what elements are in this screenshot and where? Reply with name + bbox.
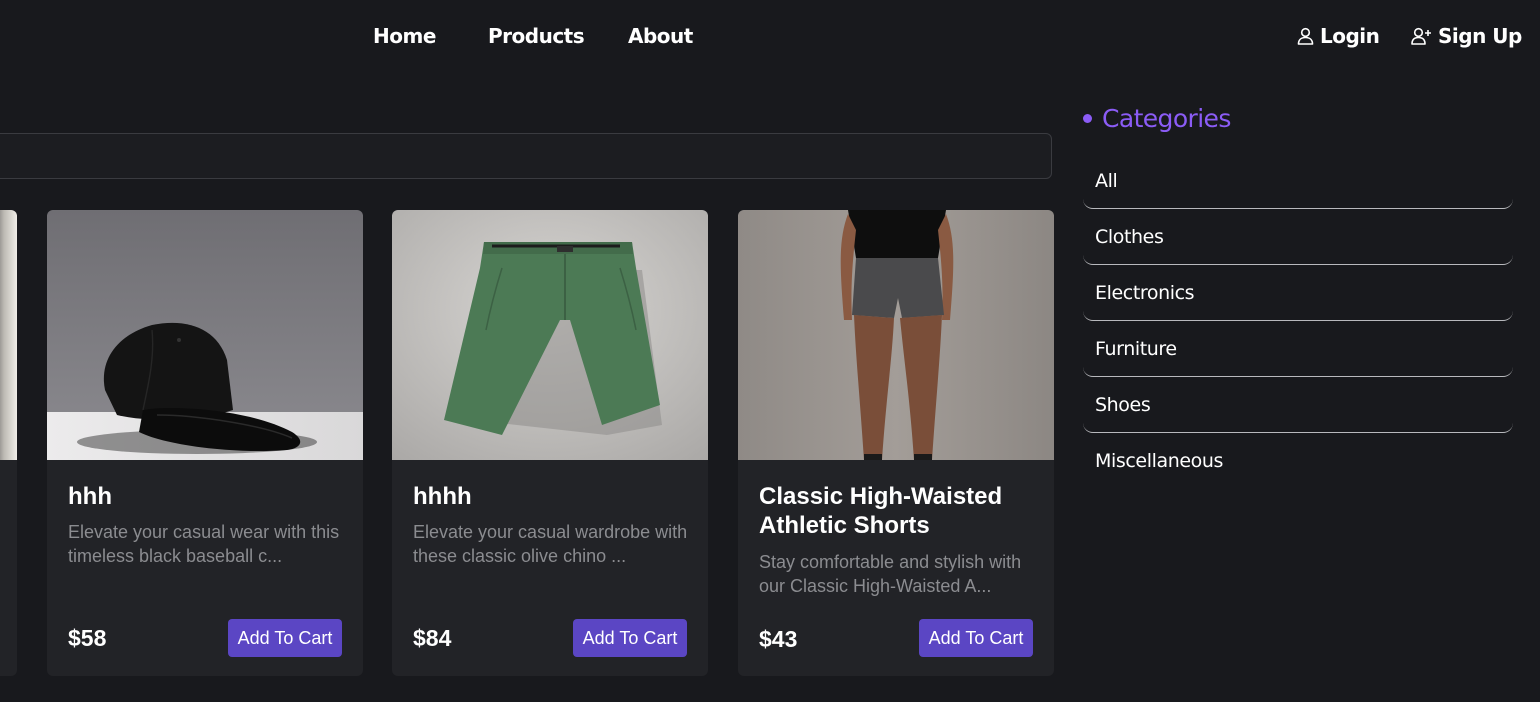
product-description: Elevate your casual wardrobe with these … bbox=[413, 522, 688, 566]
product-description: Elevate your casual wear with this timel… bbox=[68, 522, 340, 566]
product-card[interactable]: hhhh Elevate your casual wardrobe with t… bbox=[392, 210, 708, 676]
category-item-furniture[interactable]: Furniture bbox=[1083, 321, 1513, 377]
bullet-dot-icon bbox=[1083, 114, 1092, 123]
categories-title: Categories bbox=[1102, 104, 1231, 133]
product-title: Classic High-Waisted Athletic Shorts bbox=[759, 483, 1003, 539]
partial-product-card[interactable] bbox=[0, 210, 17, 676]
partial-product-image bbox=[0, 210, 17, 460]
search-input[interactable] bbox=[0, 134, 1051, 178]
athletic-shorts-model-image bbox=[738, 210, 1054, 460]
olive-chino-shorts-image bbox=[392, 210, 708, 460]
category-item-all[interactable]: All bbox=[1083, 153, 1513, 209]
signup-button[interactable]: Sign Up bbox=[1411, 24, 1522, 48]
user-plus-icon bbox=[1411, 27, 1432, 45]
category-label: All bbox=[1095, 170, 1118, 192]
product-card[interactable]: hhh Elevate your casual wear with this t… bbox=[47, 210, 363, 676]
product-title: hhh bbox=[68, 483, 112, 510]
product-price: $84 bbox=[413, 625, 452, 651]
add-to-cart-button[interactable]: Add To Cart bbox=[228, 619, 342, 657]
category-item-clothes[interactable]: Clothes bbox=[1083, 209, 1513, 265]
product-description: Stay comfortable and stylish with our Cl… bbox=[759, 552, 1022, 596]
add-to-cart-button[interactable]: Add To Cart bbox=[573, 619, 687, 657]
category-label: Miscellaneous bbox=[1095, 450, 1224, 472]
category-label: Furniture bbox=[1095, 338, 1177, 360]
category-item-shoes[interactable]: Shoes bbox=[1083, 377, 1513, 433]
user-icon bbox=[1297, 27, 1314, 45]
nav-home-link[interactable]: Home bbox=[373, 24, 436, 48]
nav-about-link[interactable]: About bbox=[628, 24, 693, 48]
add-to-cart-button[interactable]: Add To Cart bbox=[919, 619, 1033, 657]
product-title: hhhh bbox=[413, 483, 472, 510]
category-label: Clothes bbox=[1095, 226, 1164, 248]
product-price: $43 bbox=[759, 626, 798, 652]
nav-products-link[interactable]: Products bbox=[488, 24, 585, 48]
category-label: Electronics bbox=[1095, 282, 1195, 304]
product-price: $58 bbox=[68, 625, 107, 651]
search-bar bbox=[0, 133, 1052, 179]
product-card[interactable]: Classic High-Waisted Athletic Shorts Sta… bbox=[738, 210, 1054, 676]
signup-label: Sign Up bbox=[1438, 24, 1522, 48]
category-item-miscellaneous[interactable]: Miscellaneous bbox=[1083, 433, 1513, 489]
category-label: Shoes bbox=[1095, 394, 1151, 416]
black-baseball-cap-image bbox=[47, 210, 363, 460]
login-label: Login bbox=[1320, 24, 1380, 48]
categories-heading: Categories bbox=[1083, 104, 1231, 133]
login-button[interactable]: Login bbox=[1297, 24, 1380, 48]
category-item-electronics[interactable]: Electronics bbox=[1083, 265, 1513, 321]
